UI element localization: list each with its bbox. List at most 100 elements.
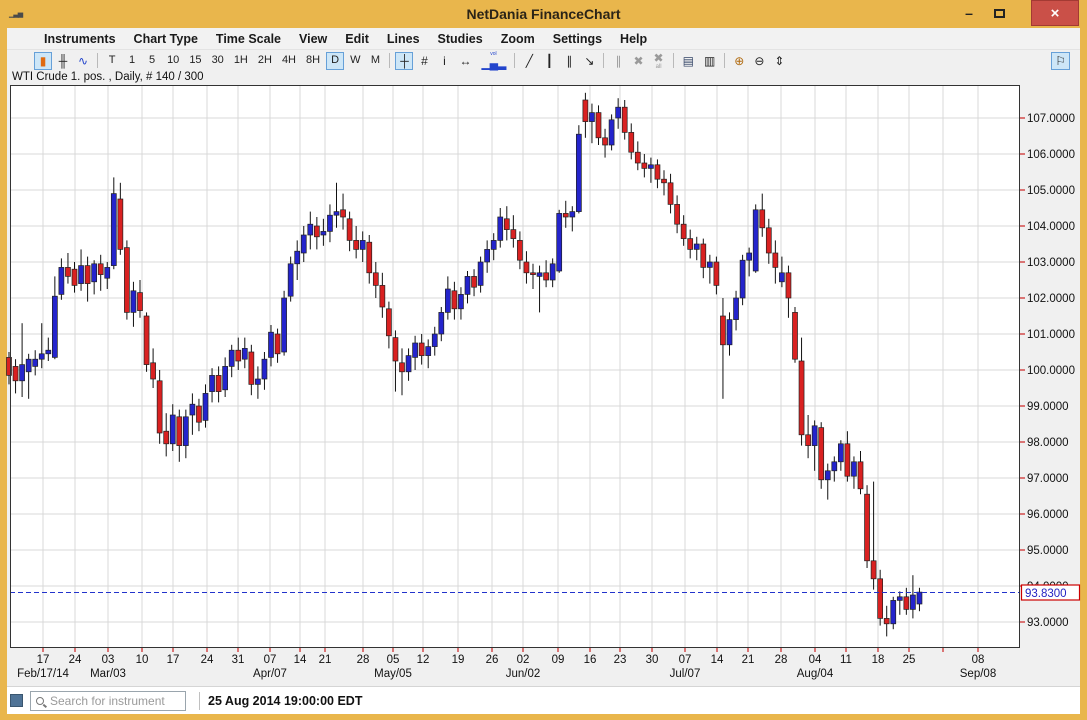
expand-horizontal-button[interactable]: ↔ — [455, 52, 475, 70]
svg-text:99.0000: 99.0000 — [1027, 401, 1069, 413]
svg-text:12: 12 — [417, 654, 430, 666]
timescale-d[interactable]: D — [326, 52, 344, 70]
arrow-tool-icon: ↘ — [584, 55, 594, 67]
svg-text:96.0000: 96.0000 — [1027, 509, 1069, 521]
timescale-8h[interactable]: 8H — [302, 52, 324, 70]
connection-status-icon — [10, 694, 23, 707]
close-button[interactable]: × — [1031, 0, 1079, 26]
menu-settings[interactable]: Settings — [544, 30, 611, 48]
svg-text:14: 14 — [711, 654, 724, 666]
toolbar-separator — [724, 53, 725, 68]
maximize-button[interactable] — [985, 0, 1013, 26]
timescale-m[interactable]: M — [366, 52, 384, 70]
crosshair-tool-button[interactable]: ┼ — [395, 52, 413, 70]
svg-text:93.0000: 93.0000 — [1027, 617, 1069, 629]
info-tool-button[interactable]: i — [435, 52, 453, 70]
print-icon: ▤ — [683, 55, 694, 67]
timescale-1h[interactable]: 1H — [230, 52, 252, 70]
timescale-10[interactable]: 10 — [163, 52, 183, 70]
svg-text:100.0000: 100.0000 — [1027, 365, 1075, 377]
candlestick-chart-button[interactable]: ▮ — [34, 52, 52, 70]
svg-text:23: 23 — [614, 654, 627, 666]
print-preview-button[interactable]: ▥ — [700, 52, 719, 70]
vertical-line-tool-icon: ┃ — [546, 55, 553, 67]
parallel-lines-tool-button[interactable]: ∥ — [560, 52, 578, 70]
svg-text:95.0000: 95.0000 — [1027, 545, 1069, 557]
svg-text:Aug/04: Aug/04 — [797, 668, 834, 680]
maximize-icon — [994, 9, 1005, 18]
menu-edit[interactable]: Edit — [336, 30, 378, 48]
volume-toggle-button[interactable]: vol▁▄▂ — [477, 52, 509, 70]
menu-instruments[interactable]: Instruments — [35, 30, 125, 48]
menu-zoom[interactable]: Zoom — [492, 30, 544, 48]
app-window: ▁▃▅ NetDania FinanceChart – × Instrument… — [0, 0, 1087, 720]
date-axis: 1724031017243107142128051219260209162330… — [17, 648, 996, 680]
toolbar-separator — [389, 53, 390, 68]
menu-time-scale[interactable]: Time Scale — [207, 30, 290, 48]
minimize-button[interactable]: – — [955, 0, 983, 26]
timescale-1[interactable]: 1 — [123, 52, 141, 70]
delete-all-lines-sub-label: all — [656, 64, 662, 70]
svg-text:25: 25 — [903, 654, 916, 666]
duplicate-line-button[interactable]: ∥ — [609, 52, 627, 70]
timescale-15[interactable]: 15 — [185, 52, 205, 70]
svg-text:30: 30 — [646, 654, 659, 666]
zoom-out-icon: ⊖ — [754, 55, 764, 67]
menu-view[interactable]: View — [290, 30, 336, 48]
toolbar-separator — [97, 53, 98, 68]
svg-text:Mar/03: Mar/03 — [90, 668, 126, 680]
zoom-out-button[interactable]: ⊖ — [750, 52, 768, 70]
svg-text:07: 07 — [264, 654, 277, 666]
menu-help[interactable]: Help — [611, 30, 656, 48]
duplicate-line-icon: ∥ — [615, 55, 621, 67]
vertical-line-tool-button[interactable]: ┃ — [540, 52, 558, 70]
candlestick-chart-icon: ▮ — [40, 55, 47, 67]
svg-text:16: 16 — [584, 654, 597, 666]
toolbar-separator — [673, 53, 674, 68]
volume-toggle-icon: ▁▄▂ — [481, 57, 505, 69]
svg-text:Apr/07: Apr/07 — [253, 668, 287, 680]
svg-text:26: 26 — [486, 654, 499, 666]
timescale-4h[interactable]: 4H — [278, 52, 300, 70]
delete-all-lines-button[interactable]: ✖all — [650, 52, 668, 70]
svg-text:24: 24 — [69, 654, 82, 666]
timescale-30[interactable]: 30 — [208, 52, 228, 70]
svg-text:97.0000: 97.0000 — [1027, 473, 1069, 485]
search-input[interactable]: Search for instrument — [30, 691, 186, 711]
menu-chart-type[interactable]: Chart Type — [125, 30, 207, 48]
ohlc-chart-icon: ╫ — [59, 55, 68, 67]
svg-text:Sep/08: Sep/08 — [960, 668, 996, 680]
delete-line-button[interactable]: ✖ — [629, 52, 647, 70]
info-tool-icon: i — [443, 55, 446, 67]
svg-text:02: 02 — [517, 654, 530, 666]
trend-line-tool-icon: ╱ — [526, 55, 533, 67]
menu-lines[interactable]: Lines — [378, 30, 429, 48]
timescale-w[interactable]: W — [346, 52, 364, 70]
trend-line-tool-button[interactable]: ╱ — [520, 52, 538, 70]
pin-toolbar-button[interactable]: ⚐ — [1051, 52, 1070, 70]
arrow-tool-button[interactable]: ↘ — [580, 52, 598, 70]
timescale-t[interactable]: T — [103, 52, 121, 70]
timescale-5[interactable]: 5 — [143, 52, 161, 70]
candlestick-chart[interactable]: 107.0000106.0000105.0000104.0000103.0000… — [0, 71, 1087, 686]
svg-text:08: 08 — [972, 654, 985, 666]
toolbar-separator — [603, 53, 604, 68]
svg-text:21: 21 — [319, 654, 332, 666]
print-button[interactable]: ▤ — [679, 52, 698, 70]
last-price-label: 93.8300 — [1022, 585, 1080, 600]
expand-horizontal-icon: ↔ — [459, 55, 471, 67]
svg-text:93.8300: 93.8300 — [1025, 588, 1067, 600]
menu-studies[interactable]: Studies — [429, 30, 492, 48]
grid-toggle-button[interactable]: # — [415, 52, 433, 70]
zoom-in-button[interactable]: ⊕ — [730, 52, 748, 70]
close-icon: × — [1051, 5, 1060, 22]
svg-text:Jul/07: Jul/07 — [670, 668, 701, 680]
svg-text:31: 31 — [232, 654, 245, 666]
timescale-2h[interactable]: 2H — [254, 52, 276, 70]
ohlc-chart-button[interactable]: ╫ — [54, 52, 72, 70]
line-chart-button[interactable]: ∿ — [74, 52, 92, 70]
fit-vertical-button[interactable]: ⇕ — [770, 52, 788, 70]
svg-text:24: 24 — [201, 654, 214, 666]
svg-text:14: 14 — [294, 654, 307, 666]
svg-text:101.0000: 101.0000 — [1027, 329, 1075, 341]
